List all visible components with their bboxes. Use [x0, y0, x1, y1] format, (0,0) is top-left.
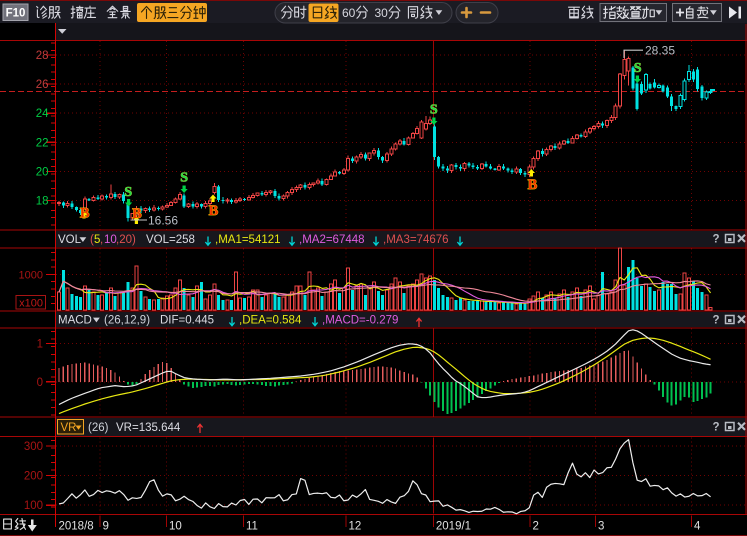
svg-text:VR: VR [61, 422, 77, 434]
svg-text:VOL: VOL [58, 234, 82, 246]
svg-text:(26,12,9): (26,12,9) [104, 315, 150, 327]
svg-text:(26): (26) [88, 422, 109, 434]
svg-text:B: B [209, 203, 219, 219]
svg-text:2019/1: 2019/1 [436, 521, 471, 533]
svg-text:S: S [180, 171, 188, 186]
svg-text:,MA2=67448: ,MA2=67448 [299, 234, 365, 246]
svg-text:18: 18 [36, 196, 49, 208]
svg-text:22: 22 [36, 137, 49, 149]
svg-text:1: 1 [37, 339, 43, 351]
svg-text:?: ? [712, 234, 719, 246]
svg-text:2: 2 [533, 521, 539, 533]
svg-text:S: S [124, 185, 132, 200]
svg-text:F10: F10 [6, 8, 26, 20]
svg-text:28: 28 [36, 50, 49, 62]
svg-text:200: 200 [24, 471, 43, 483]
svg-text:11: 11 [246, 521, 258, 533]
svg-text:,20): ,20) [116, 234, 136, 246]
svg-text:B: B [528, 177, 538, 193]
svg-text:26: 26 [36, 79, 49, 91]
svg-text:VR=135.644: VR=135.644 [116, 422, 181, 434]
svg-text:0: 0 [37, 377, 43, 389]
svg-text:B: B [80, 206, 90, 222]
svg-text:,: , [100, 234, 103, 246]
svg-text:30: 30 [375, 6, 389, 20]
svg-text:28.35: 28.35 [645, 44, 675, 58]
svg-text:100: 100 [24, 500, 43, 512]
svg-text:300: 300 [24, 441, 43, 453]
svg-text:S: S [634, 61, 642, 76]
svg-text:,MA3=74676: ,MA3=74676 [383, 234, 449, 246]
svg-text:?: ? [712, 315, 719, 327]
svg-text:S: S [430, 103, 438, 118]
svg-text:9: 9 [103, 521, 109, 533]
svg-text:24: 24 [36, 108, 49, 120]
svg-text:3: 3 [598, 521, 604, 533]
svg-text:x100: x100 [19, 298, 43, 310]
svg-text:,DEA=0.584: ,DEA=0.584 [239, 315, 302, 327]
svg-text:10: 10 [169, 521, 182, 533]
svg-text:,MA1=54121: ,MA1=54121 [215, 234, 281, 246]
svg-text:DIF=0.445: DIF=0.445 [160, 315, 214, 327]
svg-text:?: ? [712, 422, 719, 434]
svg-text:1000: 1000 [19, 270, 43, 282]
svg-text:VOL=258: VOL=258 [146, 234, 195, 246]
svg-text:12: 12 [349, 521, 362, 533]
svg-text:2018/8: 2018/8 [59, 521, 94, 533]
svg-text:60: 60 [342, 6, 356, 20]
svg-text:10: 10 [104, 234, 117, 246]
svg-text:4: 4 [694, 521, 701, 533]
svg-text:,MACD=-0.279: ,MACD=-0.279 [322, 315, 398, 327]
svg-text:20: 20 [36, 166, 49, 178]
svg-text:MACD: MACD [58, 315, 92, 327]
svg-text:16.56: 16.56 [148, 214, 178, 228]
